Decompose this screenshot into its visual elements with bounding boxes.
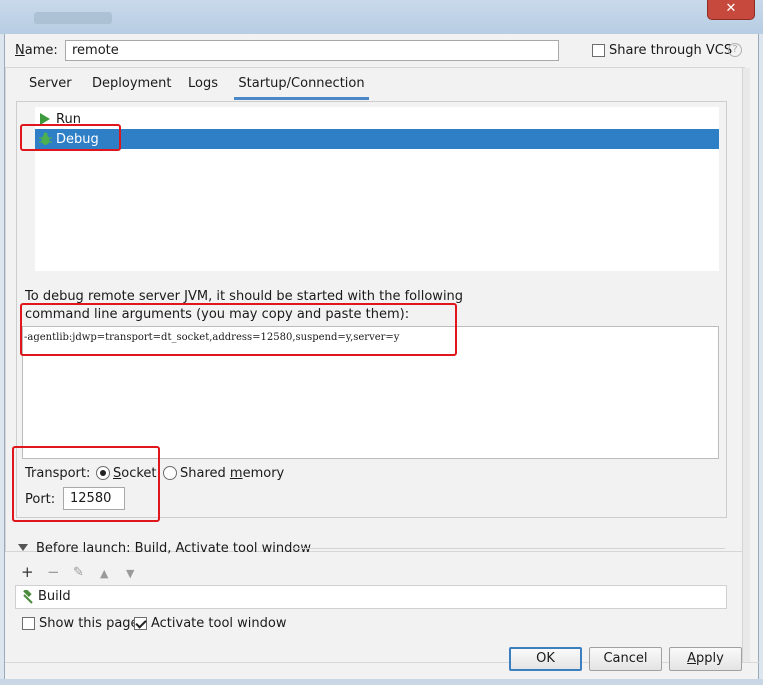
separator bbox=[291, 548, 725, 549]
command-args-textarea[interactable]: -agentlib:jdwp=transport=dt_socket,addre… bbox=[22, 326, 719, 459]
cancel-button[interactable]: Cancel bbox=[589, 647, 662, 671]
run-label: Run bbox=[56, 112, 81, 127]
transport-label: Transport: bbox=[25, 466, 91, 481]
close-button[interactable]: ✕ bbox=[707, 0, 755, 20]
window-bottom-frame bbox=[0, 679, 763, 685]
collapse-arrow-icon[interactable] bbox=[18, 544, 28, 551]
debug-label: Debug bbox=[56, 132, 99, 147]
close-icon: ✕ bbox=[725, 1, 737, 16]
show-page-checkbox[interactable] bbox=[22, 617, 35, 630]
hammer-icon bbox=[23, 590, 33, 604]
window-title bbox=[34, 12, 112, 24]
socket-radio[interactable] bbox=[96, 466, 110, 480]
ok-button[interactable]: OK bbox=[509, 647, 582, 671]
list-item-debug[interactable]: Debug bbox=[35, 129, 719, 149]
debug-icon bbox=[39, 132, 52, 145]
move-up-icon[interactable]: ▲ bbox=[100, 566, 108, 581]
build-task-label: Build bbox=[38, 589, 71, 604]
tab-logs[interactable]: Logs bbox=[188, 76, 218, 100]
show-page-label: Show this page bbox=[39, 616, 139, 631]
activate-tool-window-checkbox[interactable] bbox=[134, 617, 147, 630]
mode-list: Run Debug bbox=[35, 107, 719, 271]
socket-label: Socket bbox=[113, 466, 157, 481]
debug-info-text-2: command line arguments (you may copy and… bbox=[25, 307, 410, 322]
window-titlebar: ✕ bbox=[0, 0, 763, 34]
name-input[interactable]: remote bbox=[65, 40, 559, 61]
list-item-run[interactable]: Run bbox=[35, 109, 719, 129]
before-launch-task-list: Build bbox=[15, 585, 727, 609]
move-down-icon[interactable]: ▼ bbox=[126, 566, 134, 581]
shared-memory-radio[interactable] bbox=[163, 466, 177, 480]
name-label: Name: bbox=[15, 43, 58, 58]
add-icon[interactable]: + bbox=[21, 565, 34, 580]
tab-deployment[interactable]: Deployment bbox=[92, 76, 172, 100]
list-item-build[interactable]: Build bbox=[16, 586, 726, 608]
share-vcs-label: Share through VCS bbox=[609, 43, 733, 58]
before-launch-label: Before launch: Build, Activate tool wind… bbox=[36, 541, 311, 556]
tab-startup-connection[interactable]: Startup/Connection bbox=[234, 76, 369, 100]
activate-tool-window-label: Activate tool window bbox=[151, 616, 287, 631]
apply-button[interactable]: Apply bbox=[669, 647, 742, 671]
run-configuration-dialog: Name: remote Share through VCS ? Server … bbox=[4, 34, 760, 679]
debug-info-text-1: To debug remote server JVM, it should be… bbox=[25, 289, 464, 304]
edit-icon[interactable]: ✎ bbox=[73, 565, 84, 580]
port-label: Port: bbox=[25, 492, 56, 507]
shared-memory-label: Shared memory bbox=[180, 466, 285, 481]
command-args-text: -agentlib:jdwp=transport=dt_socket,addre… bbox=[24, 332, 400, 343]
tab-server[interactable]: Server bbox=[29, 76, 72, 100]
remove-icon[interactable]: − bbox=[47, 565, 60, 580]
scrollbar[interactable] bbox=[742, 68, 750, 662]
help-icon[interactable]: ? bbox=[728, 43, 742, 57]
port-input[interactable]: 12580 bbox=[63, 487, 125, 510]
share-vcs-checkbox[interactable] bbox=[592, 44, 605, 57]
run-icon bbox=[40, 113, 50, 125]
